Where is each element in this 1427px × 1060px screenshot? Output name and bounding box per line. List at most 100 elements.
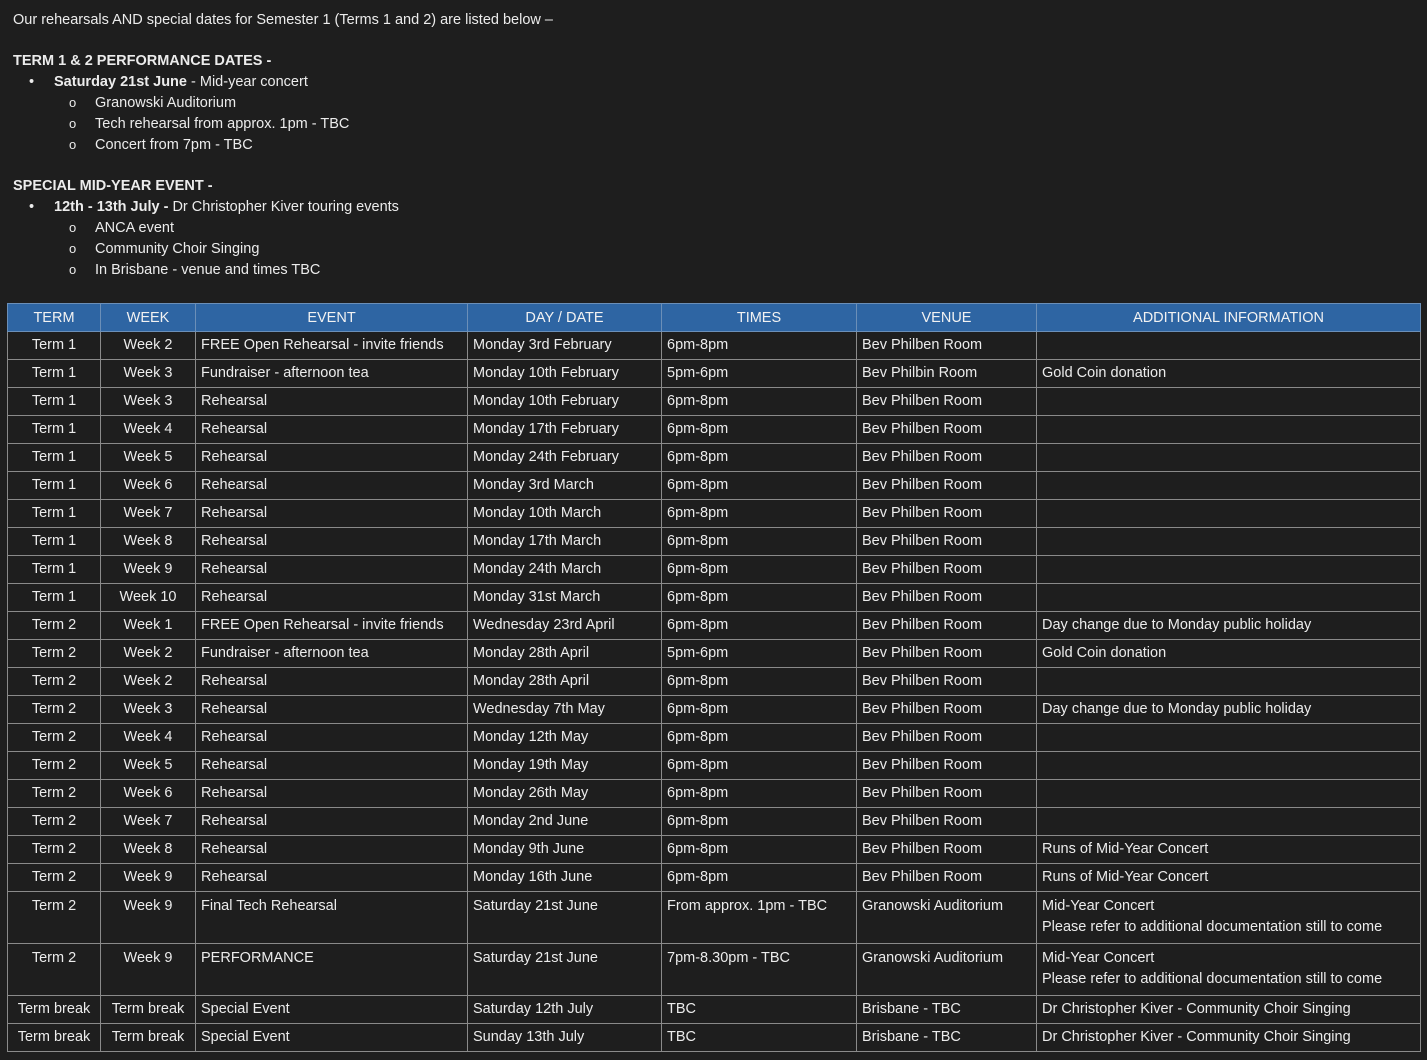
cell-week: Week 10 <box>100 583 196 612</box>
cell-term: Term 2 <box>7 807 101 836</box>
cell-additional-info <box>1036 807 1421 836</box>
cell-event: Rehearsal <box>195 387 468 416</box>
cell-venue: Bev Philben Room <box>856 555 1037 584</box>
table-row: Term 2 Week 4 Rehearsal Monday 12th May 6pm-… <box>7 723 1421 752</box>
cell-week: Term break <box>100 995 196 1024</box>
cell-additional-info: Mid-Year Concert Please refer to addition… <box>1036 891 1421 944</box>
cell-event: Rehearsal <box>195 723 468 752</box>
cell-times: 6pm-8pm <box>661 555 857 584</box>
cell-times: 5pm-6pm <box>661 639 857 668</box>
cell-day-date: Monday 28th April <box>467 667 662 696</box>
cell-day-date: Monday 10th February <box>467 359 662 388</box>
cell-day-date: Monday 17th February <box>467 415 662 444</box>
cell-times: 6pm-8pm <box>661 443 857 472</box>
table-row: Term 2 Week 1 FREE Open Rehearsal - invite… <box>7 611 1421 640</box>
cell-venue: Bev Philbin Room <box>856 359 1037 388</box>
header-term: TERM <box>7 303 101 332</box>
cell-week: Week 6 <box>100 471 196 500</box>
cell-venue: Bev Philben Room <box>856 723 1037 752</box>
cell-term: Term 2 <box>7 835 101 864</box>
cell-times: 6pm-8pm <box>661 527 857 556</box>
cell-times: 6pm-8pm <box>661 667 857 696</box>
table-header-row: TERM WEEK EVENT DAY / DATE TIMES VENUE A… <box>7 303 1421 332</box>
cell-day-date: Saturday 21st June <box>467 943 662 996</box>
table-row: Term 2 Week 9 Rehearsal Monday 16th June 6pm… <box>7 863 1421 892</box>
table-row: Term 1 Week 6 Rehearsal Monday 3rd March 6pm… <box>7 471 1421 500</box>
cell-event: Rehearsal <box>195 695 468 724</box>
cell-venue: Bev Philben Room <box>856 667 1037 696</box>
cell-event: Rehearsal <box>195 863 468 892</box>
cell-term: Term 1 <box>7 359 101 388</box>
cell-term: Term 2 <box>7 943 101 996</box>
cell-additional-info <box>1036 667 1421 696</box>
cell-additional-info: Day change due to Monday public holiday <box>1036 695 1421 724</box>
special-event-description: Dr Christopher Kiver touring events <box>168 199 399 215</box>
cell-venue: Bev Philben Room <box>856 611 1037 640</box>
performance-sub-item: Granowski Auditorium <box>13 92 1413 114</box>
performance-dates-heading: TERM 1 & 2 PERFORMANCE DATES - <box>13 53 272 69</box>
cell-additional-info: Gold Coin donation <box>1036 359 1421 388</box>
table-row: Term 2 Week 5 Rehearsal Monday 19th May 6pm-… <box>7 751 1421 780</box>
cell-week: Week 7 <box>100 499 196 528</box>
cell-venue: Bev Philben Room <box>856 527 1037 556</box>
cell-event: Special Event <box>195 995 468 1024</box>
table-row: Term 2 Week 6 Rehearsal Monday 26th May 6pm-… <box>7 779 1421 808</box>
performance-date-label: Saturday 21st June <box>54 74 187 90</box>
cell-times: 5pm-6pm <box>661 359 857 388</box>
cell-event: Rehearsal <box>195 443 468 472</box>
header-additional-info: ADDITIONAL INFORMATION <box>1036 303 1421 332</box>
cell-day-date: Sunday 13th July <box>467 1023 662 1052</box>
table-row: Term 2 Week 2 Rehearsal Monday 28th April 6p… <box>7 667 1421 696</box>
cell-venue: Brisbane - TBC <box>856 1023 1037 1052</box>
cell-times: 6pm-8pm <box>661 471 857 500</box>
cell-times: 6pm-8pm <box>661 863 857 892</box>
cell-additional-info <box>1036 387 1421 416</box>
table-row: Term 1 Week 2 FREE Open Rehearsal - invite… <box>7 331 1421 360</box>
cell-day-date: Saturday 12th July <box>467 995 662 1024</box>
table-row: Term 1 Week 5 Rehearsal Monday 24th Februar… <box>7 443 1421 472</box>
cell-additional-info <box>1036 443 1421 472</box>
cell-event: Fundraiser - afternoon tea <box>195 639 468 668</box>
cell-times: 6pm-8pm <box>661 751 857 780</box>
cell-event: PERFORMANCE <box>195 943 468 996</box>
intro-line: Our rehearsals AND special dates for Sem… <box>13 12 553 28</box>
cell-additional-info <box>1036 527 1421 556</box>
header-week: WEEK <box>100 303 196 332</box>
cell-additional-info <box>1036 331 1421 360</box>
header-event: EVENT <box>195 303 468 332</box>
cell-times: 6pm-8pm <box>661 331 857 360</box>
cell-term: Term 1 <box>7 555 101 584</box>
cell-term: Term 1 <box>7 499 101 528</box>
header-times: TIMES <box>661 303 857 332</box>
table-row: Term 2 Week 7 Rehearsal Monday 2nd June 6pm-… <box>7 807 1421 836</box>
cell-additional-info: Dr Christopher Kiver - Community Choir S… <box>1036 995 1421 1024</box>
cell-week: Week 9 <box>100 943 196 996</box>
cell-week: Week 9 <box>100 863 196 892</box>
table-body: Term 1 Week 2 FREE Open Rehearsal - invite… <box>7 331 1421 1052</box>
cell-times: From approx. 1pm - TBC <box>661 891 857 944</box>
cell-venue: Bev Philben Room <box>856 387 1037 416</box>
cell-week: Week 7 <box>100 807 196 836</box>
cell-times: 6pm-8pm <box>661 415 857 444</box>
additional-info-line: Please refer to additional documentation… <box>1042 919 1383 935</box>
special-sub-item: ANCA event <box>13 217 1413 239</box>
cell-additional-info <box>1036 751 1421 780</box>
cell-additional-info: Day change due to Monday public holiday <box>1036 611 1421 640</box>
cell-times: 6pm-8pm <box>661 779 857 808</box>
cell-day-date: Monday 28th April <box>467 639 662 668</box>
cell-day-date: Saturday 21st June <box>467 891 662 944</box>
table-row: Term 1 Week 4 Rehearsal Monday 17th Februar… <box>7 415 1421 444</box>
table-row: Term 1 Week 9 Rehearsal Monday 24th March 6p… <box>7 555 1421 584</box>
cell-day-date: Wednesday 23rd April <box>467 611 662 640</box>
cell-event: Rehearsal <box>195 415 468 444</box>
performance-sub-item: Tech rehearsal from approx. 1pm - TBC <box>13 113 1413 135</box>
cell-event: Rehearsal <box>195 555 468 584</box>
cell-term: Term 2 <box>7 695 101 724</box>
cell-day-date: Wednesday 7th May <box>467 695 662 724</box>
cell-venue: Bev Philben Room <box>856 443 1037 472</box>
table-row: Term 1 Week 8 Rehearsal Monday 17th March 6p… <box>7 527 1421 556</box>
cell-term: Term break <box>7 1023 101 1052</box>
special-sub-item: In Brisbane - venue and times TBC <box>13 259 1413 281</box>
table-row: Term 2 Week 9 Final Tech Rehearsal Saturday… <box>7 891 1421 944</box>
cell-event: FREE Open Rehearsal - invite friends <box>195 611 468 640</box>
